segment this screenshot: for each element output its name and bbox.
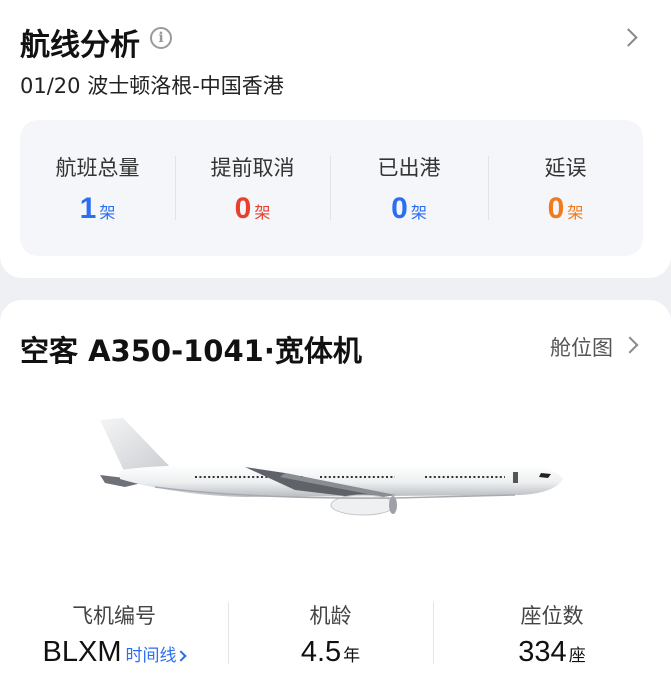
aircraft-type-title: 空客 A350-1041·宽体机 xyxy=(20,334,362,368)
flight-stats-panel: 航班总量 1架 提前取消 0架 已出港 0架 延误 0架 xyxy=(20,120,643,256)
door xyxy=(513,472,518,483)
stat-value: 0 xyxy=(391,192,408,225)
route-analysis-card[interactable]: 航线分析 i 01/20 波士顿洛根-中国香港 航班总量 1架 提前取消 0架 … xyxy=(0,0,671,278)
seat-count-unit: 座 xyxy=(568,646,586,666)
stat-label: 已出港 xyxy=(377,156,441,180)
route-subtitle: 01/20 波士顿洛根-中国香港 xyxy=(20,74,284,98)
registration-value: BLXM xyxy=(42,636,122,668)
age-unit: 年 xyxy=(343,646,361,666)
spec-label: 飞机编号 xyxy=(72,604,156,628)
airplane-image xyxy=(100,418,563,516)
spec-label: 机龄 xyxy=(309,604,352,628)
spec-seat-count: 座位数 334 座 xyxy=(433,590,671,680)
chevron-right-icon[interactable] xyxy=(619,28,638,47)
stat-unit: 架 xyxy=(254,203,271,222)
chevron-right-icon[interactable] xyxy=(175,650,188,662)
route-analysis-title: 航线分析 xyxy=(20,28,140,63)
aircraft-info-card: 空客 A350-1041·宽体机 舱位图 飞机编号 BLXM 时间线 机龄 4.… xyxy=(0,300,671,700)
age-value: 4.5 xyxy=(300,636,342,668)
chevron-right-icon[interactable] xyxy=(621,336,639,354)
spec-aircraft-age: 机龄 4.5 年 xyxy=(228,590,433,680)
spec-label: 座位数 xyxy=(520,604,584,628)
stat-value: 1 xyxy=(79,192,97,225)
timeline-link[interactable]: 时间线 xyxy=(125,646,176,666)
stat-delayed: 延误 0架 xyxy=(488,120,643,256)
stat-unit: 架 xyxy=(410,203,427,222)
seat-count-value: 334 xyxy=(518,636,567,668)
spec-registration: 飞机编号 BLXM 时间线 xyxy=(0,590,228,680)
stat-label: 延误 xyxy=(544,156,587,180)
stat-unit: 架 xyxy=(567,203,584,222)
stat-early-cancel: 提前取消 0架 xyxy=(175,120,330,256)
stat-total-flights: 航班总量 1架 xyxy=(20,120,175,256)
stat-value: 0 xyxy=(234,192,252,225)
stat-label: 提前取消 xyxy=(210,156,295,180)
seatmap-link[interactable]: 舱位图 xyxy=(550,332,613,362)
stat-label: 航班总量 xyxy=(55,156,140,180)
tail-fin xyxy=(100,418,173,473)
stat-departed: 已出港 0架 xyxy=(330,120,488,256)
stat-value: 0 xyxy=(547,192,565,225)
stat-unit: 架 xyxy=(99,203,116,222)
info-icon[interactable]: i xyxy=(150,27,172,49)
